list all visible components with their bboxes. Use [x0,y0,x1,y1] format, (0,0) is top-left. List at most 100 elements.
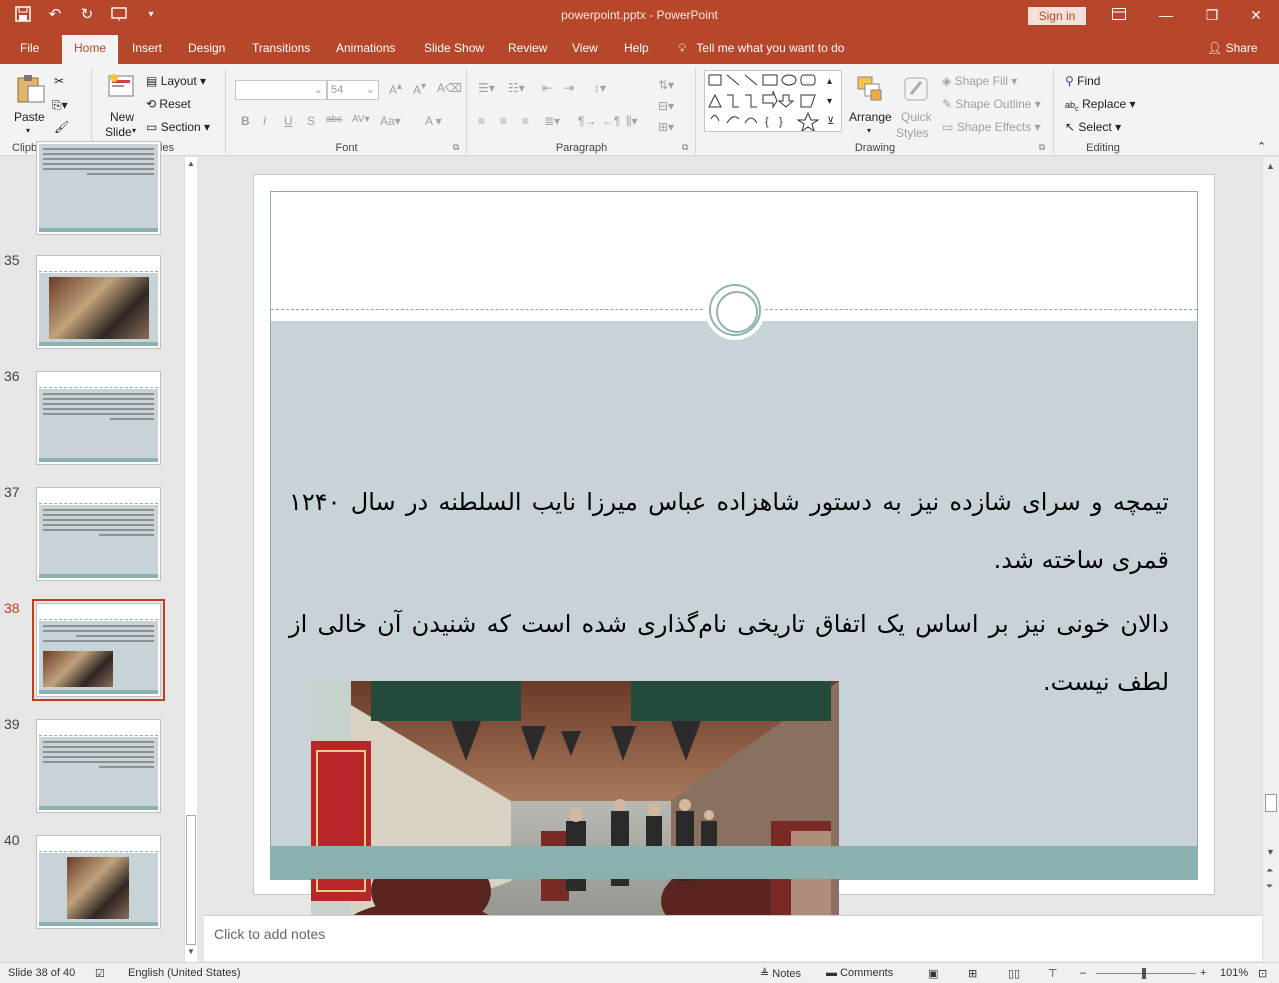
tab-insert[interactable]: Insert [124,32,170,64]
copy-icon[interactable]: ⎘▾ [52,98,68,113]
format-painter-icon[interactable]: 🖌︎ [54,120,69,134]
bazaar-photo[interactable] [311,681,839,955]
new-slide-label-2[interactable]: Slide [105,125,132,139]
slide-thumbnail[interactable] [36,141,161,235]
arrange-icon[interactable] [855,74,887,106]
bullets-icon[interactable]: ☰▾ [478,81,495,95]
font-launcher-icon[interactable]: ⧉ [453,142,459,153]
tab-file[interactable]: File [12,32,47,64]
select-button[interactable]: ↖ Select ▾ [1065,120,1121,134]
slide-paragraph-1[interactable]: تیمچه و سرای شازده نیز به دستور شاهزاده … [289,473,1169,589]
notes-pane[interactable]: Click to add notes [204,915,1262,961]
quick-styles-icon[interactable] [901,74,933,106]
collapse-ribbon-icon[interactable]: ⌃ [1257,140,1266,153]
slide-scrollbar[interactable]: ▲ ▼ ⏶ ⏷ [1262,157,1279,962]
paragraph-launcher-icon[interactable]: ⧉ [682,142,688,153]
reading-view-icon[interactable]: ▯▯ [1008,967,1020,980]
numbering-icon[interactable]: ☷▾ [508,81,525,95]
tab-slide-show[interactable]: Slide Show [416,32,492,64]
increase-font-icon[interactable]: A▴ [389,81,402,97]
previous-slide-icon[interactable]: ⏶ [1266,865,1273,876]
tab-help[interactable]: Help [616,32,657,64]
new-slide-icon[interactable] [107,72,139,104]
align-left-icon[interactable]: ≡ [478,114,485,128]
underline-icon[interactable]: U [284,114,293,128]
slide-thumbnail[interactable] [36,835,161,929]
tab-design[interactable]: Design [180,32,233,64]
restore-icon[interactable]: ❐ [1203,6,1221,24]
shadow-icon[interactable]: S [307,114,315,128]
sign-in-button[interactable]: Sign in [1028,7,1086,25]
font-color-icon[interactable]: A ▾ [425,114,442,128]
zoom-level[interactable]: 101% [1220,967,1248,979]
paste-button[interactable]: Paste [14,110,45,124]
slide-thumbnail[interactable] [36,719,161,813]
scroll-up-icon[interactable]: ▲ [1266,161,1275,171]
normal-view-icon[interactable]: ▣ [928,967,938,980]
quick-styles-label-2[interactable]: Styles [896,126,929,140]
ribbon-display-options-icon[interactable] [1110,6,1128,24]
section-button[interactable]: ▭ Section ▾ [146,120,210,134]
notes-toggle[interactable]: ≜ Notes [760,967,801,980]
notes-placeholder[interactable]: Click to add notes [214,926,325,942]
fit-to-window-icon[interactable]: ⊡ [1258,967,1267,980]
zoom-slider[interactable] [1096,973,1196,974]
tab-transitions[interactable]: Transitions [244,32,318,64]
next-slide-icon[interactable]: ⏷ [1266,881,1273,892]
new-slide-label-1[interactable]: New [110,110,134,124]
text-direction-icon[interactable]: ⇅▾ [658,78,674,92]
slide-thumbnail[interactable] [36,487,161,581]
thumbnail-scrollbar[interactable]: ▲ ▼ [184,157,197,962]
align-center-icon[interactable]: ≡ [500,114,507,128]
paste-icon[interactable] [14,72,46,104]
tab-review[interactable]: Review [500,32,555,64]
tab-home[interactable]: Home [62,35,118,64]
zoom-slider-thumb[interactable] [1142,968,1146,979]
language-indicator[interactable]: English (United States) [128,967,241,979]
decrease-indent-icon[interactable]: ⇤ [542,81,552,95]
shape-fill-button[interactable]: ◈ Shape Fill ▾ [942,74,1017,88]
zoom-out-icon[interactable]: – [1080,967,1086,979]
tab-animations[interactable]: Animations [328,32,403,64]
share-button[interactable]: 👤︎ Share [1207,32,1258,64]
slide-content-region[interactable]: تیمچه و سرای شازده نیز به دستور شاهزاده … [271,321,1197,955]
comments-toggle[interactable]: ▬ Comments [826,967,893,979]
shapes-gallery[interactable]: {} [704,70,842,133]
scroll-up-icon[interactable]: ▲ [187,159,195,168]
strikethrough-icon[interactable]: abc [326,114,342,125]
justify-icon[interactable]: ≣▾ [544,114,560,128]
arrange-dropdown-icon[interactable]: ▾ [867,126,871,135]
change-case-icon[interactable]: Aa▾ [380,114,401,128]
align-right-icon[interactable]: ≡ [522,114,529,128]
smartart-icon[interactable]: ⊞▾ [658,120,674,134]
increase-indent-icon[interactable]: ⇥ [564,81,574,95]
tab-view[interactable]: View [564,32,606,64]
decrease-font-icon[interactable]: A▾ [413,81,426,97]
character-spacing-icon[interactable]: AV▾ [352,114,370,125]
font-size-combo[interactable]: 54 ⌄ [327,80,379,100]
slide-thumbnail[interactable] [36,255,161,349]
italic-icon[interactable]: I [263,114,266,128]
slide-thumbnail[interactable] [36,371,161,465]
drawing-launcher-icon[interactable]: ⧉ [1039,142,1045,153]
shapes-gallery-scroll-icon[interactable]: ▴ ▾ ⊻ [827,72,834,132]
find-button[interactable]: ⚲ Find [1065,74,1100,88]
replace-button[interactable]: abc Replace ▾ [1065,97,1136,113]
paste-dropdown-icon[interactable]: ▾ [26,126,30,135]
reset-button[interactable]: ⟲ Reset [146,97,191,111]
line-spacing-icon[interactable]: ↕▾ [594,81,606,95]
slideshow-view-icon[interactable]: ⊤ [1048,967,1058,980]
cut-icon[interactable]: ✂ [54,74,64,88]
scroll-thumb[interactable] [186,815,196,945]
arrange-button[interactable]: Arrange [849,110,892,124]
layout-button[interactable]: ▤ Layout ▾ [146,74,206,88]
zoom-in-icon[interactable]: + [1200,967,1206,979]
quick-styles-label-1[interactable]: Quick [901,110,932,124]
scroll-down-icon[interactable]: ▼ [1266,847,1275,857]
close-icon[interactable]: ✕ [1247,6,1265,24]
rtl-icon[interactable]: ←¶ [602,114,620,128]
slide-thumbnail-selected[interactable] [32,599,165,701]
ltr-icon[interactable]: ¶→ [578,114,596,128]
spell-check-icon[interactable]: ☑ [95,967,105,980]
align-text-icon[interactable]: ⊟▾ [658,99,674,113]
